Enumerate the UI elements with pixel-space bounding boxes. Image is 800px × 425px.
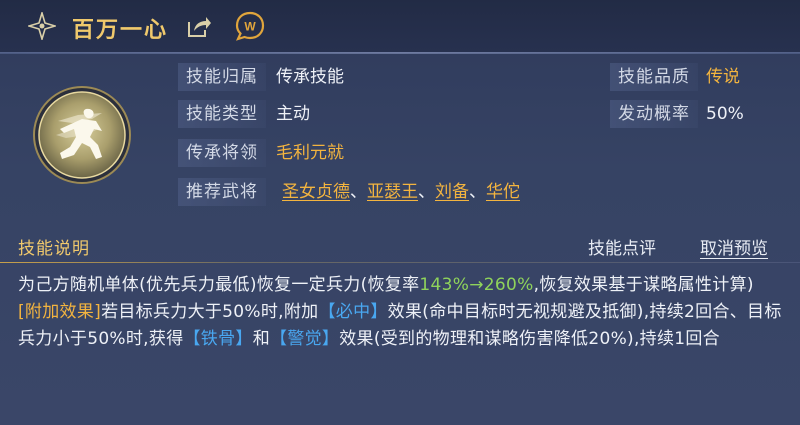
recommended-generals: 圣女贞德、亚瑟王、刘备、华佗 bbox=[282, 178, 520, 206]
status-bizhong[interactable]: 【必中】 bbox=[318, 302, 387, 322]
description-paragraph-2: [附加效果]若目标兵力大于50%时,附加【必中】效果(命中目标时无视规避及抵御)… bbox=[18, 299, 786, 353]
type-label: 技能类型 bbox=[178, 100, 266, 128]
status-jingjue[interactable]: 【警觉】 bbox=[270, 329, 339, 349]
separator: 、 bbox=[469, 182, 486, 202]
rate-label: 发动概率 bbox=[610, 100, 698, 128]
recovery-rate: 143%→260% bbox=[419, 275, 534, 295]
rate-value: 50% bbox=[706, 104, 744, 124]
inherit-general-value: 毛利元就 bbox=[276, 143, 344, 163]
quality-value: 传说 bbox=[706, 67, 740, 87]
recommended-general-2[interactable]: 亚瑟王 bbox=[367, 182, 418, 202]
description-paragraph-1: 为己方随机单体(优先兵力最低)恢复一定兵力(恢复率143%→260%,恢复效果基… bbox=[18, 272, 786, 299]
section-divider bbox=[0, 262, 800, 263]
share-icon[interactable] bbox=[186, 13, 212, 39]
skill-title: 百万一心 bbox=[72, 18, 169, 43]
separator: 、 bbox=[418, 182, 435, 202]
recommended-general-3[interactable]: 刘备 bbox=[435, 182, 469, 202]
status-tiegu[interactable]: 【铁骨】 bbox=[184, 329, 253, 349]
recommended-general-1[interactable]: 圣女贞德 bbox=[282, 182, 350, 202]
svg-text:W: W bbox=[244, 20, 256, 34]
attribution-value: 传承技能 bbox=[276, 67, 344, 87]
header-divider bbox=[0, 52, 800, 54]
inherit-label: 传承将领 bbox=[178, 139, 266, 167]
quality-label: 技能品质 bbox=[610, 63, 698, 91]
separator: 、 bbox=[350, 182, 367, 202]
wiki-icon[interactable]: W bbox=[235, 11, 265, 41]
cancel-preview-link[interactable]: 取消预览 bbox=[700, 234, 768, 259]
recommend-label: 推荐武将 bbox=[178, 178, 266, 206]
desc-text: 效果(受到的物理和谋略伤害降低20%),持续1回合 bbox=[339, 329, 720, 349]
desc-text: 和 bbox=[252, 329, 271, 349]
running-figure-icon bbox=[33, 86, 131, 184]
extra-effect-tag: [附加效果] bbox=[18, 302, 102, 322]
skill-description: 为己方随机单体(优先兵力最低)恢复一定兵力(恢复率143%→260%,恢复效果基… bbox=[18, 272, 786, 353]
skill-review-link[interactable]: 技能点评 bbox=[588, 234, 656, 259]
description-section-title: 技能说明 bbox=[18, 239, 90, 259]
recommended-general-4[interactable]: 华佗 bbox=[486, 182, 520, 202]
star-icon[interactable] bbox=[28, 12, 56, 40]
desc-text: 若目标兵力大于50%时,附加 bbox=[101, 302, 319, 322]
desc-text: 为己方随机单体(优先兵力最低)恢复一定兵力(恢复率 bbox=[18, 275, 420, 295]
attribution-label: 技能归属 bbox=[178, 63, 266, 91]
type-value: 主动 bbox=[276, 104, 310, 124]
desc-text: ,恢复效果基于谋略属性计算) bbox=[533, 275, 754, 295]
